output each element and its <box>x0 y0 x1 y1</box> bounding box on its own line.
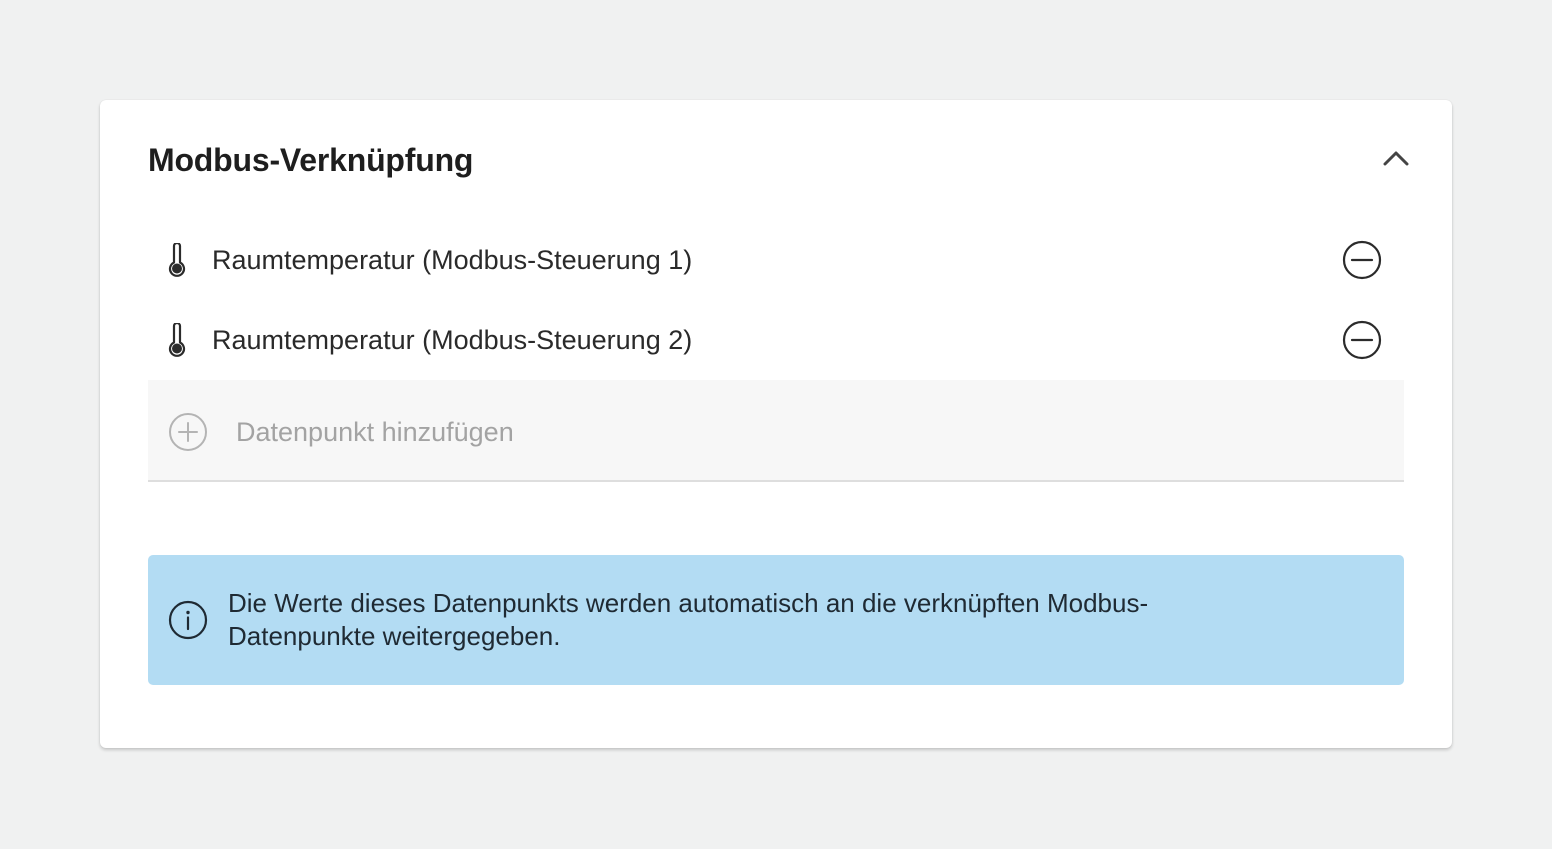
chevron-up-icon <box>1383 151 1409 166</box>
linked-datapoint-row: Raumtemperatur (Modbus-Steuerung 1) <box>148 220 1404 300</box>
info-banner: Die Werte dieses Datenpunkts werden auto… <box>148 555 1404 685</box>
linked-datapoint-label: Raumtemperatur (Modbus-Steuerung 2) <box>212 325 693 355</box>
thermometer-icon <box>168 243 186 277</box>
card-title: Modbus-Verknüpfung <box>148 142 474 178</box>
linked-datapoint-list: Raumtemperatur (Modbus-Steuerung 1) Raum… <box>148 220 1404 380</box>
add-datapoint-field[interactable] <box>148 380 1404 482</box>
info-icon <box>168 600 208 640</box>
thermometer-icon <box>168 323 186 357</box>
add-datapoint-input[interactable] <box>236 412 1336 452</box>
collapse-button[interactable] <box>1378 140 1414 176</box>
add-circle-icon[interactable] <box>168 412 208 452</box>
remove-circle-icon[interactable] <box>1342 320 1382 360</box>
linked-datapoint-row: Raumtemperatur (Modbus-Steuerung 2) <box>148 300 1404 380</box>
modbus-link-card: Modbus-Verknüpfung Raumtemperatur (Modbu… <box>100 100 1452 748</box>
info-text: Die Werte dieses Datenpunkts werden auto… <box>228 588 1149 651</box>
remove-circle-icon[interactable] <box>1342 240 1382 280</box>
linked-datapoint-label: Raumtemperatur (Modbus-Steuerung 1) <box>212 245 693 275</box>
